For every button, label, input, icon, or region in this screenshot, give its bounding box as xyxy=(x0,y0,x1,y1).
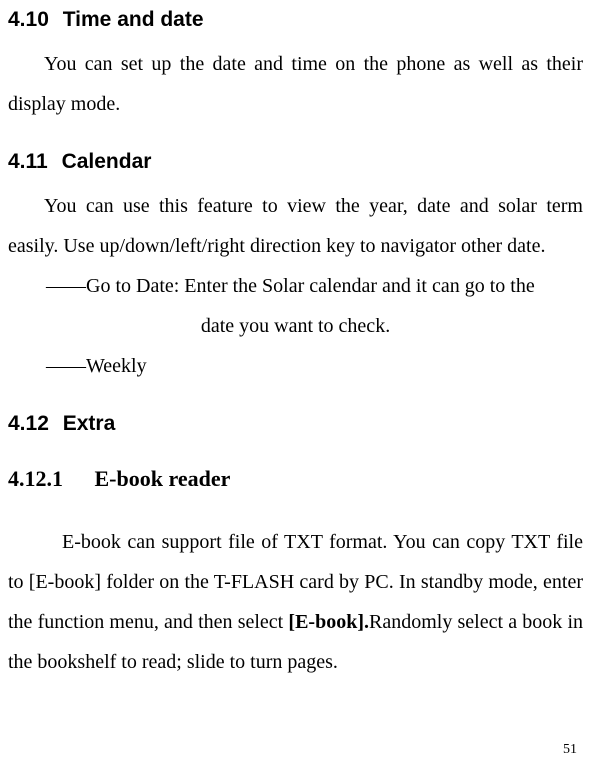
body-411: You can use this feature to view the yea… xyxy=(8,186,583,266)
body-4121: E-book can support file of TXT format. Y… xyxy=(8,522,583,682)
heading-number: 4.10 xyxy=(8,8,49,31)
heading-412: 4.12 Extra xyxy=(8,412,583,436)
section-calendar: 4.11 Calendar You can use this feature t… xyxy=(8,150,583,386)
body-410: You can set up the date and time on the … xyxy=(8,44,583,124)
heading-title: E-book reader xyxy=(95,466,231,491)
heading-number: 4.12.1 xyxy=(8,466,63,491)
heading-411: 4.11 Calendar xyxy=(8,150,583,174)
heading-4121: 4.12.1 E-book reader xyxy=(8,466,583,492)
body-4121-bold: [E-book]. xyxy=(288,611,369,633)
bullet-goto-date-line2: date you want to check. xyxy=(8,306,583,346)
bullet-goto-date-line1: ――Go to Date: Enter the Solar calendar a… xyxy=(8,266,583,306)
heading-title: Time and date xyxy=(63,8,204,31)
section-extra: 4.12 Extra xyxy=(8,412,583,436)
bullet-weekly: ――Weekly xyxy=(8,346,583,386)
page-number: 51 xyxy=(563,742,577,758)
heading-410: 4.10 Time and date xyxy=(8,8,583,32)
section-ebook-reader: 4.12.1 E-book reader E-book can support … xyxy=(8,466,583,682)
section-time-and-date: 4.10 Time and date You can set up the da… xyxy=(8,8,583,124)
heading-number: 4.11 xyxy=(8,150,48,173)
heading-number: 4.12 xyxy=(8,412,49,435)
heading-title: Calendar xyxy=(62,150,152,173)
heading-title: Extra xyxy=(63,412,116,435)
